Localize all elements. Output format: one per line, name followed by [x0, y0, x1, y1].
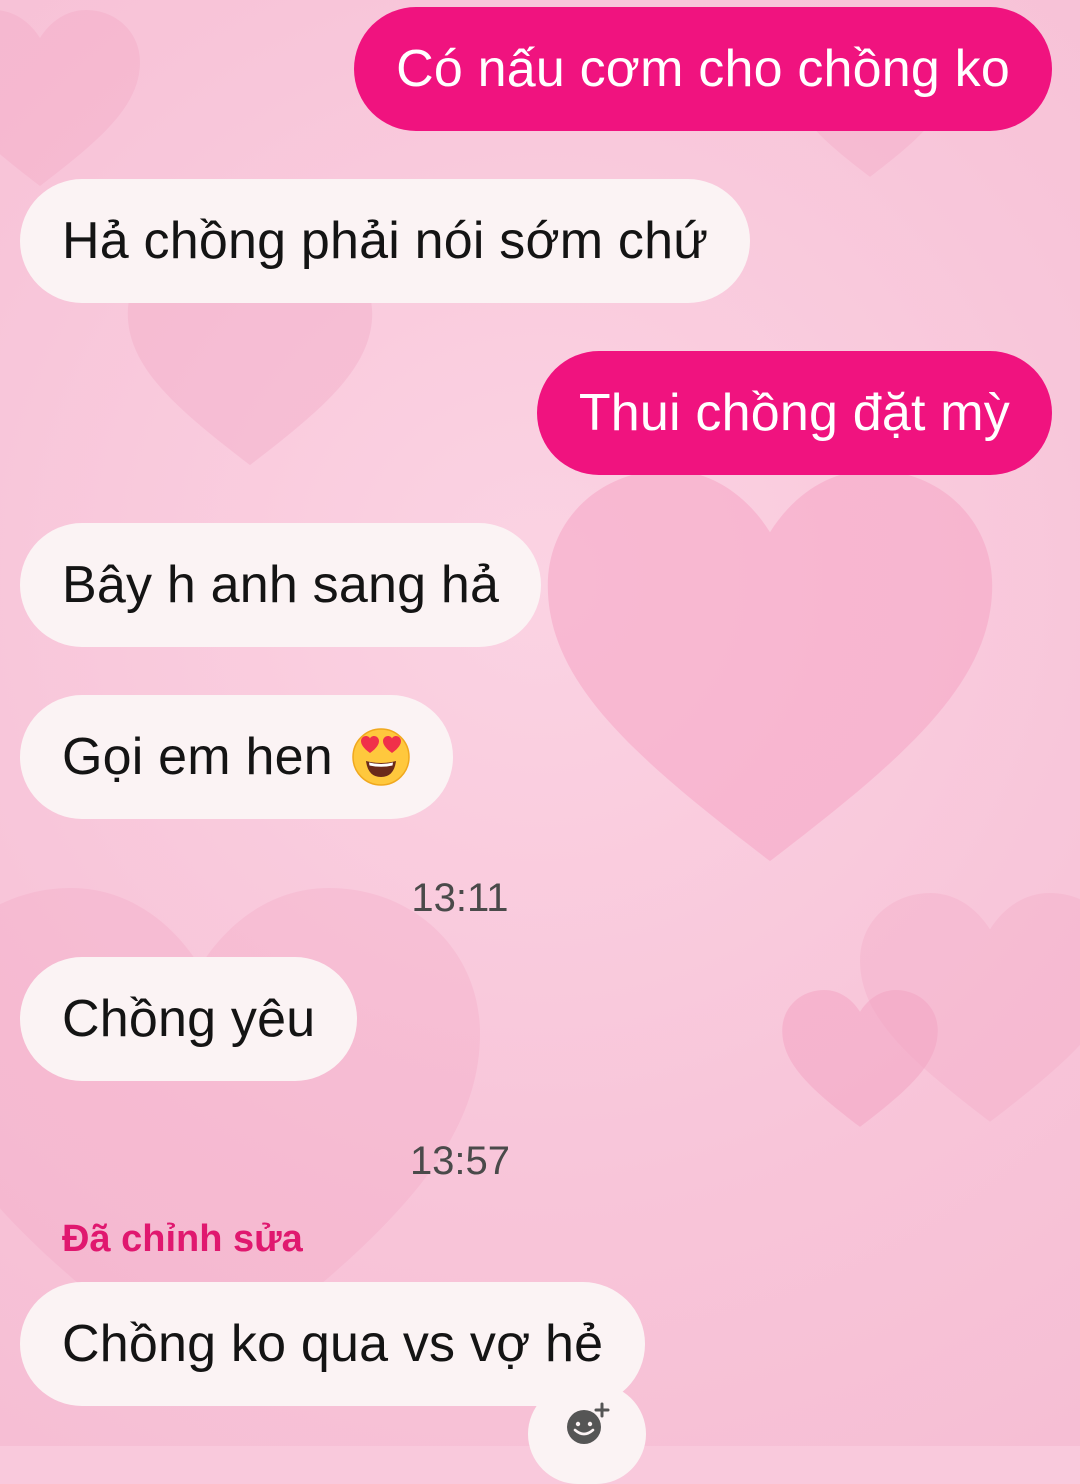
message-text: Có nấu cơm cho chồng ko [396, 40, 1010, 98]
outgoing-message[interactable]: Có nấu cơm cho chồng ko [354, 7, 1052, 131]
incoming-message[interactable]: Chồng ko qua vs vợ hẻ [20, 1282, 646, 1406]
timestamp: 13:11 [411, 876, 509, 920]
incoming-message[interactable]: Chồng yêu [20, 957, 358, 1081]
edited-label: Đã chỉnh sửa [62, 1218, 303, 1260]
timestamp: 13:57 [409, 1139, 511, 1183]
message-text: Chồng yêu [62, 990, 316, 1048]
message-text: Chồng ko qua vs vợ hẻ [62, 1315, 604, 1373]
chat-thread: Có nấu cơm cho chồng ko Hả chồng phải nó… [0, 0, 1080, 1484]
add-reaction-icon [567, 1402, 610, 1444]
heart-eyes-emoji-icon [351, 727, 411, 787]
outgoing-message[interactable]: Thui chồng đặt mỳ [536, 351, 1052, 475]
message-text: Gọi em hen [62, 728, 333, 786]
message-text: Hả chồng phải nói sớm chứ [62, 212, 709, 270]
message-text: Bây h anh sang hả [62, 556, 500, 614]
incoming-message[interactable]: Hả chồng phải nói sớm chứ [20, 179, 751, 303]
incoming-message[interactable]: Bây h anh sang hả [20, 523, 542, 647]
message-text: Thui chồng đặt mỳ [578, 384, 1010, 442]
incoming-message[interactable]: Gọi em hen [20, 695, 453, 819]
add-reaction-button[interactable] [528, 1384, 646, 1484]
